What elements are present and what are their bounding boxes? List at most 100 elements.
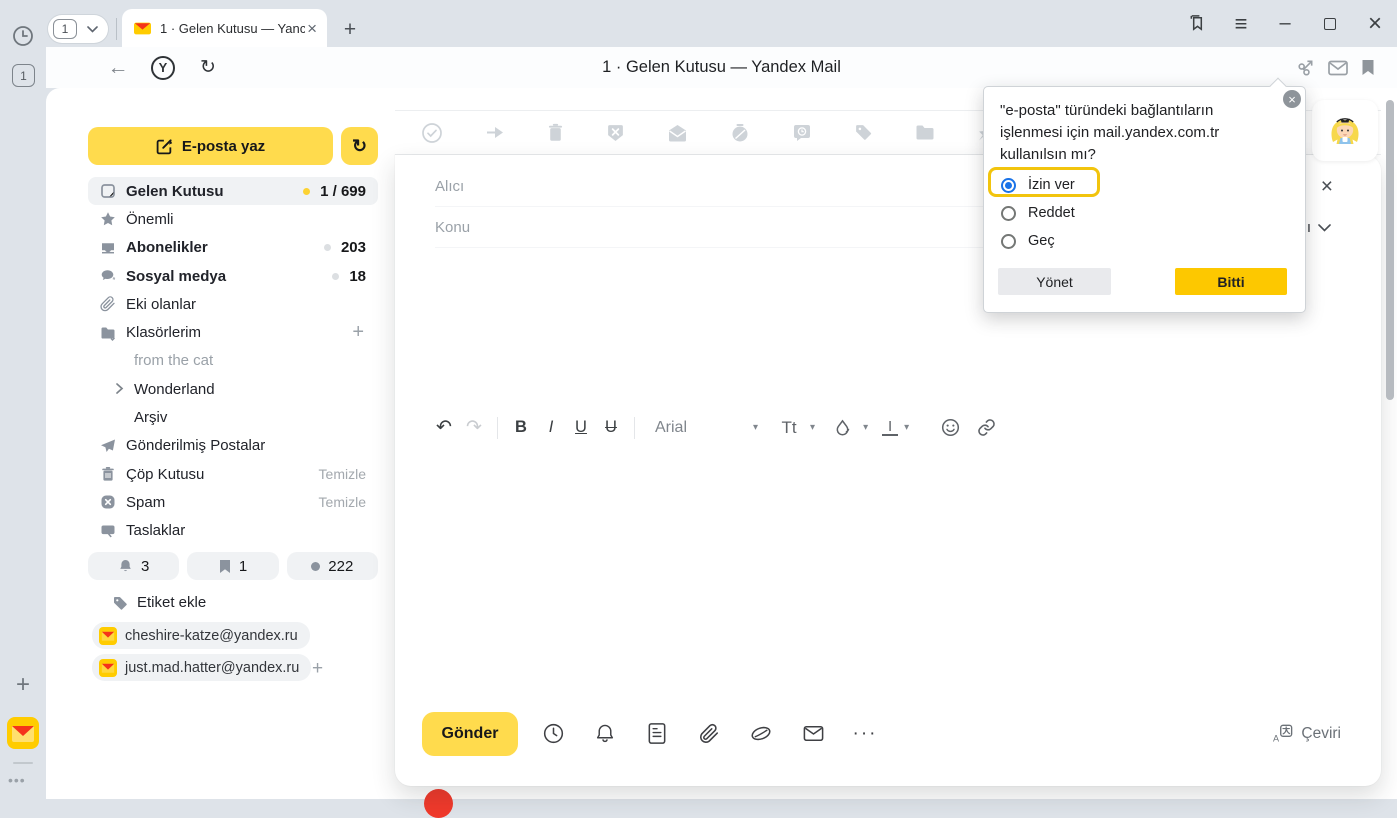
undo-icon[interactable]: ↶ xyxy=(429,413,459,443)
reminders-filter[interactable]: 3 xyxy=(88,552,179,580)
scrollbar-thumb[interactable] xyxy=(1386,100,1394,400)
bookmark-icon[interactable] xyxy=(1355,47,1381,88)
select-all-icon[interactable] xyxy=(421,122,443,144)
sidebar-item-social[interactable]: Sosyal medya 18 xyxy=(88,262,378,290)
bookmarks-panel-icon[interactable] xyxy=(1184,0,1210,47)
radio-option-deny[interactable]: Reddet xyxy=(1001,201,1075,225)
notify-icon[interactable] xyxy=(579,722,631,745)
radio-selected-icon[interactable] xyxy=(1001,178,1016,193)
highlight-color-icon[interactable] xyxy=(827,413,857,443)
yandex-home-icon[interactable]: Y xyxy=(149,47,177,88)
snooze-icon[interactable] xyxy=(730,123,750,143)
chevron-down-icon[interactable]: ▾ xyxy=(863,422,868,433)
rail-new-tab-button[interactable]: + xyxy=(8,670,38,700)
move-to-folder-icon[interactable] xyxy=(915,124,935,141)
active-tab[interactable]: 1 · Gelen Kutusu — Yanc × xyxy=(122,9,327,47)
browser-titlebar: 1 1 · Gelen Kutusu — Yanc × + ≡ – × xyxy=(0,0,1397,47)
empty-spam-link[interactable]: Temizle xyxy=(319,494,366,510)
font-size-button[interactable]: Tt xyxy=(774,413,804,443)
insert-link-icon[interactable] xyxy=(971,413,1001,443)
sidebar-item-sent[interactable]: Gönderilmiş Postalar xyxy=(88,432,378,460)
radio-option-skip[interactable]: Geç xyxy=(1001,229,1055,253)
schedule-send-icon[interactable] xyxy=(527,722,579,745)
strikethrough-button[interactable]: U xyxy=(596,413,626,443)
menu-icon[interactable]: ≡ xyxy=(1228,0,1254,47)
spam-icon[interactable] xyxy=(606,123,625,142)
new-tab-button[interactable]: + xyxy=(336,16,364,44)
chevron-down-icon[interactable]: ▾ xyxy=(904,422,909,433)
tab-close-icon[interactable]: × xyxy=(305,20,319,37)
account-chip-2[interactable]: just.mad.hatter@yandex.ru xyxy=(92,654,311,681)
user-avatar-card[interactable] xyxy=(1312,100,1378,161)
text-color-button[interactable]: I xyxy=(882,419,898,436)
window-close-button[interactable]: × xyxy=(1362,0,1388,47)
reminder-icon[interactable] xyxy=(792,123,812,143)
page-scrollbar[interactable] xyxy=(1386,92,1394,799)
window-minimize-button[interactable]: – xyxy=(1272,0,1298,47)
font-family-select[interactable]: Arial xyxy=(655,419,743,437)
empty-trash-link[interactable]: Temizle xyxy=(319,466,366,482)
delete-icon[interactable] xyxy=(547,123,564,142)
manage-button[interactable]: Yönet xyxy=(998,268,1111,295)
template-icon[interactable] xyxy=(631,722,683,745)
bookmarked-filter[interactable]: 1 xyxy=(187,552,278,580)
sidebar-item-inbox[interactable]: Gelen Kutusu 1 / 699 xyxy=(88,177,378,205)
compose-button[interactable]: E-posta yaz xyxy=(88,127,333,165)
reload-icon[interactable]: ↻ xyxy=(194,47,222,88)
window-maximize-button[interactable] xyxy=(1317,0,1343,47)
rail-tab-counter[interactable]: 1 xyxy=(12,64,35,87)
underline-button[interactable]: U xyxy=(566,413,596,443)
mail-links-icon[interactable] xyxy=(1325,47,1351,88)
sidebar-item-from-the-cat[interactable]: from the cat xyxy=(88,347,378,375)
radio-option-allow[interactable]: İzin ver xyxy=(1001,173,1075,197)
bold-button[interactable]: B xyxy=(506,413,536,443)
emoji-icon[interactable] xyxy=(935,413,965,443)
radio-icon[interactable] xyxy=(1001,234,1016,249)
unread-dot xyxy=(303,188,310,195)
unread-filter[interactable]: 222 xyxy=(287,552,378,580)
refresh-mail-button[interactable]: ↻ xyxy=(341,127,378,165)
sidebar-item-subscriptions[interactable]: Abonelikler 203 xyxy=(88,234,378,262)
sidebar-item-drafts[interactable]: Taslaklar xyxy=(88,517,378,545)
collapsed-field-fragment[interactable]: ı xyxy=(1307,219,1331,236)
dialog-close-icon[interactable]: × xyxy=(1283,90,1301,108)
history-icon[interactable] xyxy=(11,24,35,53)
chevron-down-icon[interactable] xyxy=(1318,224,1331,232)
done-button[interactable]: Bitti xyxy=(1175,268,1287,295)
chevron-down-icon[interactable]: ▾ xyxy=(753,422,758,433)
forward-icon[interactable] xyxy=(485,124,505,142)
add-account-icon[interactable]: + xyxy=(312,658,323,680)
add-tag-label: Etiket ekle xyxy=(137,594,206,611)
chevron-down-icon[interactable] xyxy=(77,26,108,33)
sidebar-item-spam[interactable]: Spam Temizle xyxy=(88,488,378,516)
sidebar-item-archive[interactable]: Arşiv xyxy=(88,403,378,431)
italic-button[interactable]: I xyxy=(536,413,566,443)
chevron-down-icon[interactable]: ▾ xyxy=(810,422,815,433)
attach-from-disk-icon[interactable] xyxy=(735,722,787,745)
sidebar-item-with-attachments[interactable]: Eki olanlar xyxy=(88,290,378,318)
unread-dot xyxy=(332,273,339,280)
yandex-mail-app-icon[interactable] xyxy=(7,717,39,754)
account-chip-1[interactable]: cheshire-katze@yandex.ru xyxy=(92,622,310,649)
add-tag-button[interactable]: Etiket ekle xyxy=(112,590,206,615)
sidebar-item-wonderland[interactable]: Wonderland xyxy=(88,375,378,403)
send-button[interactable]: Gönder xyxy=(422,712,518,756)
more-options-icon[interactable]: ··· xyxy=(839,723,891,745)
expand-chevron-icon[interactable] xyxy=(115,382,124,399)
add-folder-icon[interactable]: + xyxy=(352,321,364,344)
sidebar-item-important[interactable]: Önemli xyxy=(88,205,378,233)
back-icon[interactable]: ← xyxy=(104,47,132,88)
redo-icon[interactable]: ↷ xyxy=(459,413,489,443)
share-link-icon[interactable] xyxy=(1292,47,1318,88)
attach-from-mail-icon[interactable] xyxy=(787,722,839,745)
compose-close-icon[interactable]: × xyxy=(1321,176,1333,197)
attach-file-icon[interactable] xyxy=(683,722,735,745)
radio-icon[interactable] xyxy=(1001,206,1016,221)
label-icon[interactable] xyxy=(854,123,873,142)
rail-more-icon[interactable]: ••• xyxy=(8,772,26,788)
sidebar-item-trash[interactable]: Çöp Kutusu Temizle xyxy=(88,460,378,488)
sidebar-item-my-folders[interactable]: Klasörlerim + xyxy=(88,318,378,346)
tab-group-pill[interactable]: 1 xyxy=(48,15,108,43)
mark-read-icon[interactable] xyxy=(667,124,688,142)
translate-button[interactable]: A Çeviri xyxy=(1272,724,1341,744)
